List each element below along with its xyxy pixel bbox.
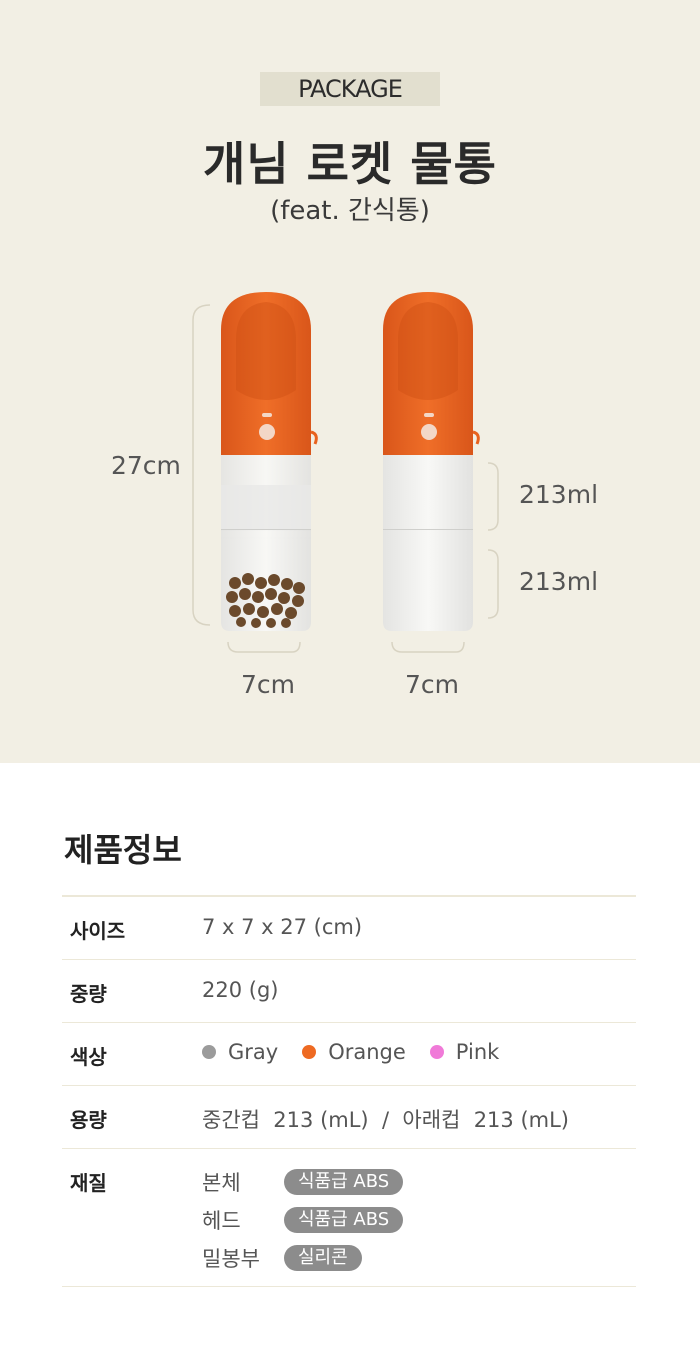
product-illustration xyxy=(192,292,499,653)
color-option-orange: Orange xyxy=(302,1040,406,1064)
table-row-size: 사이즈 7 x 7 x 27 (cm) xyxy=(62,897,636,960)
color-option-gray: Gray xyxy=(202,1040,278,1064)
row-label: 사이즈 xyxy=(70,919,126,943)
bottle-right-middle-cup xyxy=(383,455,473,530)
material-name: 헤드 xyxy=(202,1209,241,1233)
color-name: Gray xyxy=(228,1040,279,1064)
bottle-right-bottom-cup xyxy=(383,530,473,631)
product-info-section: 제품정보 사이즈 7 x 7 x 27 (cm) 중량 220 (g) 색상 G… xyxy=(0,763,700,1356)
info-title: 제품정보 xyxy=(64,831,182,869)
table-row-color: 색상 Gray Orange Pink xyxy=(62,1023,636,1086)
table-row-capacity: 용량 중간컵 213 (mL) / 아래컵 213 (mL) xyxy=(62,1086,636,1149)
bottle-left-button xyxy=(259,424,275,440)
row-label: 용량 xyxy=(70,1108,107,1132)
material-name: 밀봉부 xyxy=(202,1247,260,1271)
height-label: 27cm xyxy=(111,451,181,480)
bottle-right xyxy=(383,292,480,631)
gray-dot-icon xyxy=(202,1045,216,1059)
table-row-material: 재질 본체 식품급 ABS 헤드 식품급 ABS 밀봉부 실리콘 xyxy=(62,1149,636,1287)
color-name: Pink xyxy=(455,1040,500,1064)
width-label-left: 7cm xyxy=(241,670,296,699)
capacity-label-top: 213ml xyxy=(519,480,599,509)
row-label: 중량 xyxy=(70,982,107,1006)
material-tag: 실리콘 xyxy=(284,1245,362,1271)
material-item: 헤드 식품급 ABS xyxy=(202,1205,404,1235)
material-tag: 식품급 ABS xyxy=(284,1169,404,1195)
material-tag: 식품급 ABS xyxy=(284,1207,404,1233)
bottle-left xyxy=(221,292,318,631)
row-label: 재질 xyxy=(70,1171,107,1195)
capacity-label-bottom: 213ml xyxy=(519,567,599,596)
height-bracket xyxy=(192,304,211,626)
row-label: 색상 xyxy=(70,1045,107,1069)
pink-dot-icon xyxy=(429,1045,444,1059)
row-value: 중간컵 213 (mL) / 아래컵 213 (mL) xyxy=(202,1108,569,1132)
color-name: Orange xyxy=(328,1040,406,1064)
material-item: 본체 식품급 ABS xyxy=(202,1167,404,1197)
table-row-weight: 중량 220 (g) xyxy=(62,960,636,1023)
orange-dot-icon xyxy=(302,1045,317,1059)
material-name: 본체 xyxy=(202,1171,241,1195)
bottle-right-button xyxy=(421,424,437,440)
package-section: PACKAGE 개님 로켓 물통 (feat. 간식통) 27cm 7cm 7c… xyxy=(0,0,700,763)
material-item: 밀봉부 실리콘 xyxy=(202,1243,362,1273)
width-label-right: 7cm xyxy=(405,670,460,699)
color-option-pink: Pink xyxy=(429,1040,500,1064)
row-value: 220 (g) xyxy=(202,978,279,1002)
row-value: 7 x 7 x 27 (cm) xyxy=(202,915,363,939)
color-options: Gray Orange Pink xyxy=(202,1040,523,1064)
info-table: 사이즈 7 x 7 x 27 (cm) 중량 220 (g) 색상 Gray O… xyxy=(62,895,636,1287)
